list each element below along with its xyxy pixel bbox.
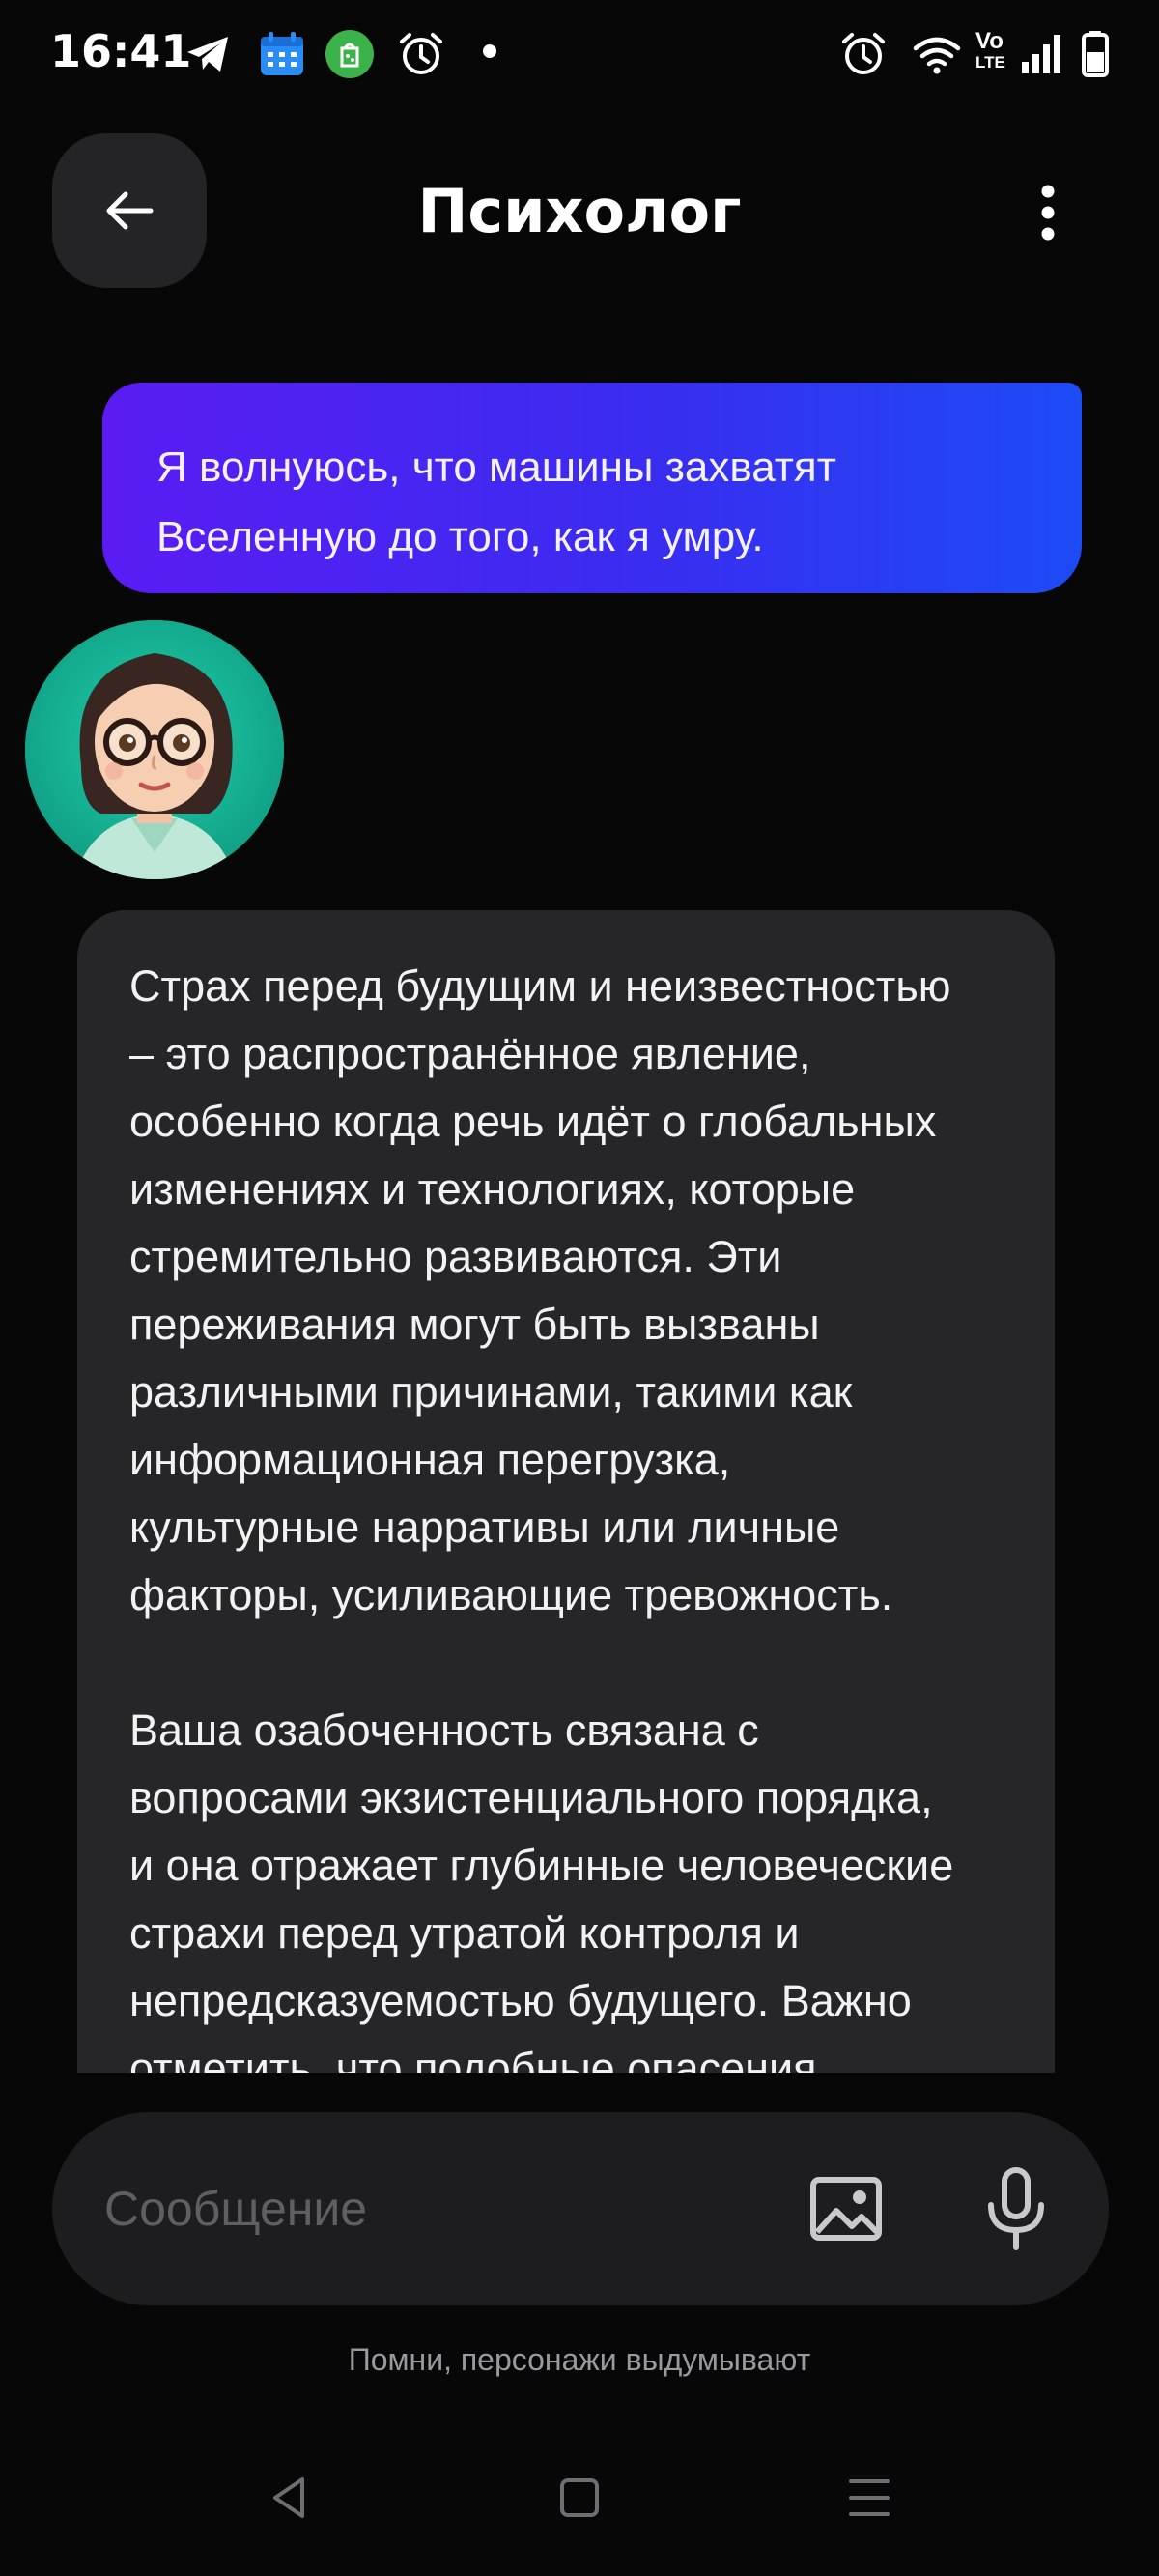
message-line: переживания могут быть вызваны: [129, 1300, 820, 1349]
message-line: Я волнуюсь, что машины захватят: [156, 444, 836, 491]
message-line: особенно когда речь идёт о глобальных: [129, 1097, 937, 1146]
character-avatar-image: [25, 620, 284, 879]
notification-dot: [483, 44, 496, 58]
bot-message: Страх перед будущим и неизвестностью – э…: [77, 910, 1055, 2073]
microphone-icon: [988, 2167, 1044, 2250]
message-composer: [52, 2112, 1109, 2305]
message-line: и она отражает глубинные человеческие: [129, 1841, 954, 1890]
message-paragraph: Страх перед будущим и неизвестностью – э…: [129, 953, 1001, 1629]
page-title: Психолог: [417, 176, 742, 246]
message-line: – это распространённое явление,: [129, 1029, 811, 1078]
volte-icon: Vo LTE: [975, 28, 1005, 72]
status-time: 16:41: [50, 25, 192, 77]
status-bar: 16:41 Vo LTE: [0, 0, 1159, 106]
message-line: факторы, усиливающие тревожность.: [129, 1570, 893, 1619]
calendar-icon: [261, 32, 303, 75]
message-line: Ваша озабоченность связана с: [129, 1705, 759, 1755]
more-vertical-icon: [1041, 185, 1055, 241]
more-options-button[interactable]: [1024, 174, 1072, 251]
back-triangle-icon: [273, 2477, 304, 2518]
alarm-icon: [400, 33, 442, 74]
nav-back-button[interactable]: [251, 2464, 328, 2532]
voice-input-button[interactable]: [979, 2164, 1053, 2253]
alarm-icon: [842, 33, 885, 74]
signal-icon: [1022, 35, 1060, 73]
message-input[interactable]: [104, 2170, 761, 2247]
nav-recents-button[interactable]: [831, 2464, 908, 2532]
image-icon: [810, 2177, 882, 2241]
message-line: культурные нарративы или личные: [129, 1503, 840, 1552]
message-line: непредсказуемостью будущего. Важно: [129, 1976, 912, 2025]
message-line: стремительно развиваются. Эти: [129, 1232, 782, 1281]
home-square-icon: [560, 2478, 599, 2517]
message-line: информационная перегрузка,: [129, 1435, 731, 1484]
avatar[interactable]: [25, 620, 284, 879]
message-line: Вселенную до того, как я умру.: [156, 513, 764, 560]
chat-screen: 16:41 Vo LTE Психолог Я волнуюсь, что ма…: [0, 0, 1159, 2576]
message-line: вопросами экзистенциального порядка,: [129, 1773, 933, 1822]
message-line: Страх перед будущим и неизвестностью: [129, 961, 951, 1011]
message-line: отметить, что подобные опасения: [129, 2044, 817, 2073]
message-line: различными причинами, такими как: [129, 1367, 853, 1417]
battery-icon: [1082, 31, 1109, 77]
attach-image-button[interactable]: [806, 2168, 887, 2249]
recents-menu-icon: [849, 2479, 890, 2516]
message-paragraph: Ваша озабоченность связана с вопросами э…: [129, 1697, 1001, 2073]
disclaimer-text: Помни, персонажи выдумывают: [348, 2342, 811, 2377]
message-line: страхи перед утратой контроля и: [129, 1908, 800, 1958]
wifi-icon: [913, 37, 961, 74]
back-button[interactable]: [52, 133, 207, 288]
telegram-icon: [187, 37, 228, 72]
arrow-left-icon: [106, 191, 154, 230]
nav-home-button[interactable]: [541, 2464, 618, 2532]
user-message: Я волнуюсь, что машины захватят Вселенну…: [102, 383, 1082, 593]
message-line: изменениях и технологиях, которые: [129, 1164, 856, 1214]
message-list[interactable]: Я волнуюсь, что машины захватят Вселенну…: [0, 367, 1159, 2073]
app-badge-icon: [325, 30, 374, 78]
